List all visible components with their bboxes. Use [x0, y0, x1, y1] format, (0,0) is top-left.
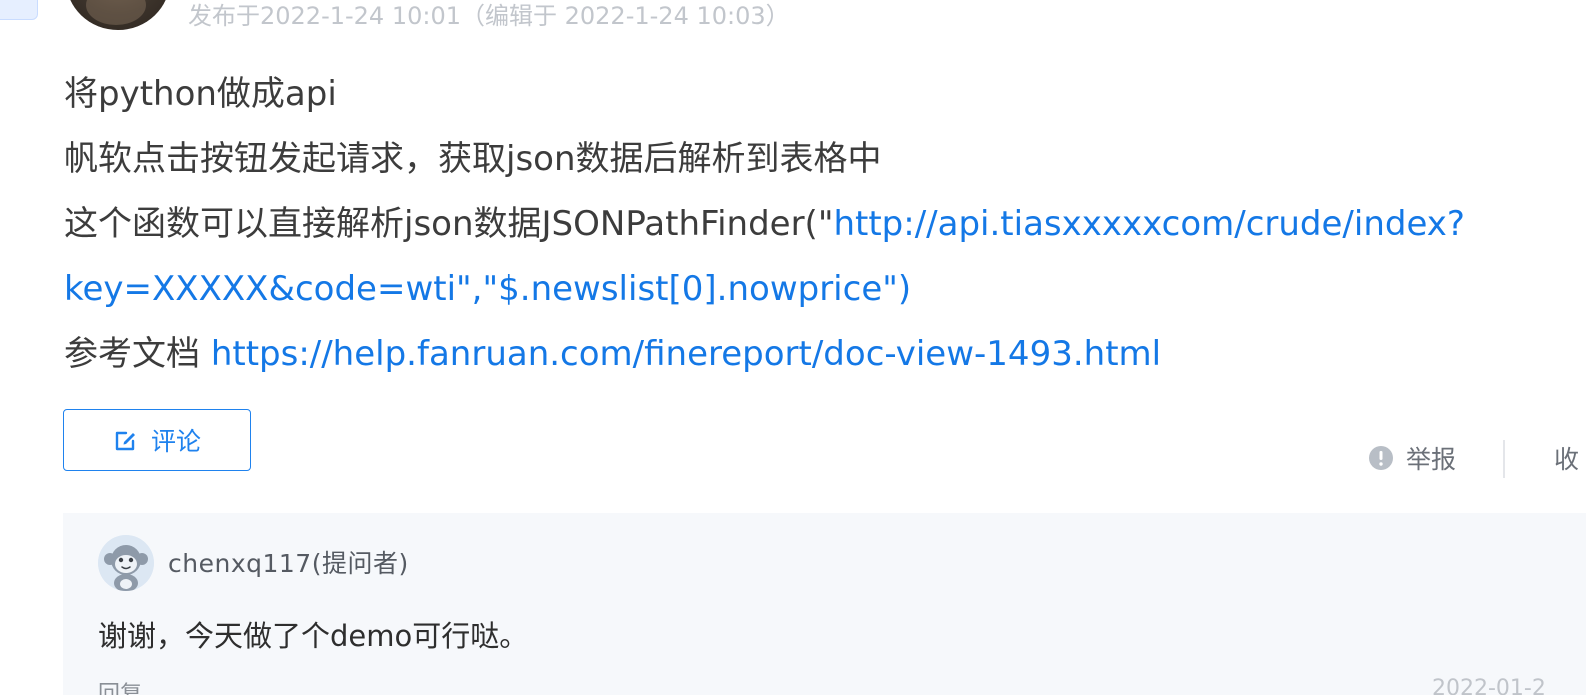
doc-link[interactable]: https://help.fanruan.com/finereport/doc-… — [211, 334, 1161, 374]
info-icon — [1369, 446, 1393, 470]
comment-button[interactable]: 评论 — [63, 409, 251, 471]
post-line: 将python做成api — [64, 74, 337, 114]
post-page: 发布于2022-1-24 10:01（编辑于 2022-1-24 10:03） … — [0, 0, 1586, 695]
reply-username[interactable]: chenxq117(提问者) — [168, 544, 409, 580]
post-line-doc: 参考文档 https://help.fanruan.com/finereport… — [64, 322, 1564, 387]
function-text: 这个函数可以直接解析json数据JSONPathFinder(" — [64, 204, 834, 244]
reply-date: 2022-01-2 — [1432, 676, 1546, 695]
monkey-avatar-graphic — [98, 535, 154, 591]
author-avatar[interactable] — [66, 0, 170, 30]
report-label: 举报 — [1406, 445, 1457, 474]
post-line-function-cont: key=XXXXX&code=wti","$.newslist[0].nowpr… — [64, 257, 1564, 322]
side-tab[interactable] — [0, 0, 38, 20]
edit-icon — [115, 431, 135, 451]
reply-text: 谢谢，今天做了个demo可行哒。 — [98, 619, 529, 653]
reply-box — [63, 513, 1586, 695]
post-line: 帆软点击按钮发起请求，获取json数据后解析到表格中 — [64, 139, 882, 179]
reply-link[interactable]: 回复 — [98, 676, 142, 695]
post-content: 将python做成api 帆软点击按钮发起请求，获取json数据后解析到表格中 … — [64, 62, 1564, 387]
action-divider — [1503, 440, 1505, 478]
post-timestamp: 发布于2022-1-24 10:01（编辑于 2022-1-24 10:03） — [188, 2, 790, 30]
comment-button-label: 评论 — [150, 427, 201, 456]
report-button[interactable]: 举报 — [1368, 440, 1456, 476]
api-link-continued[interactable]: key=XXXXX&code=wti","$.newslist[0].nowpr… — [64, 269, 911, 309]
api-link[interactable]: http://api.tiasxxxxxcom/crude/index? — [833, 204, 1464, 244]
collect-button[interactable]: 收 — [1554, 440, 1579, 476]
post-line-function: 这个函数可以直接解析json数据JSONPathFinder("http://a… — [64, 192, 1564, 257]
monkey-avatar-icon[interactable] — [98, 535, 154, 591]
doc-label: 参考文档 — [64, 334, 211, 374]
